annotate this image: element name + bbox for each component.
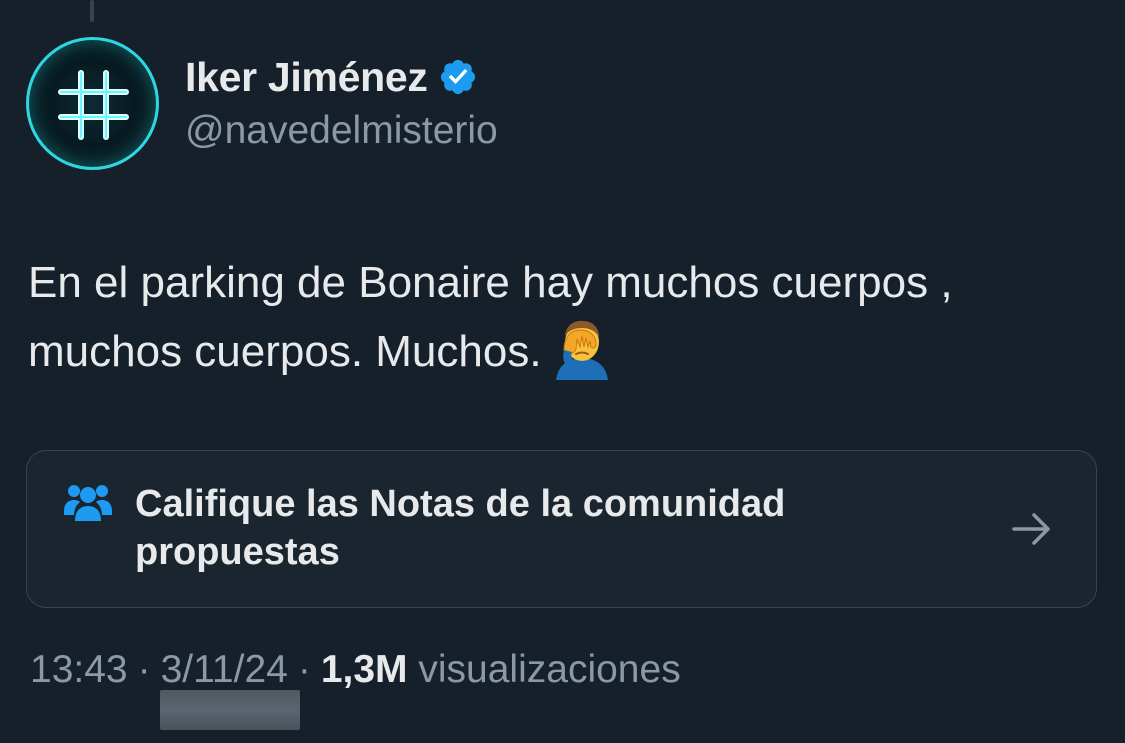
tweet-time[interactable]: 13:43 xyxy=(30,648,128,691)
tweet-text-line-2: muchos cuerpos. Muchos. xyxy=(28,327,542,376)
tweet-meta-row: 13:43 · 3/11/24 · 1,3M visualizaciones xyxy=(30,648,681,692)
tweet-date[interactable]: 3/11/24 xyxy=(161,648,288,691)
community-notes-prompt[interactable]: Califique las Notas de la comunidad prop… xyxy=(26,450,1097,608)
author-display-name[interactable]: Iker Jiménez xyxy=(185,54,428,101)
redaction-block xyxy=(160,690,300,730)
people-icon xyxy=(64,485,112,521)
face-palm-emoji xyxy=(555,320,608,380)
tweet-body: En el parking de Bonaire hay muchos cuer… xyxy=(28,250,1108,385)
hashtag-grid-icon xyxy=(58,70,129,140)
tweet-text-line-1: En el parking de Bonaire hay muchos cuer… xyxy=(28,258,953,307)
author-name-row[interactable]: Iker Jiménez xyxy=(185,52,478,102)
community-notes-label[interactable]: Califique las Notas de la comunidad prop… xyxy=(135,480,915,576)
meta-separator: · xyxy=(137,648,151,691)
views-count[interactable]: 1,3M xyxy=(321,648,408,691)
meta-separator: · xyxy=(297,648,311,691)
author-handle[interactable]: @navedelmisterio xyxy=(185,109,498,153)
tweet-text-line-2-wrap: muchos cuerpos. Muchos. xyxy=(28,316,1108,385)
views-label[interactable]: visualizaciones xyxy=(418,648,680,691)
arrow-right-icon[interactable] xyxy=(1010,509,1054,549)
thread-connector-line xyxy=(90,0,94,22)
verified-badge-icon[interactable] xyxy=(438,57,478,97)
avatar[interactable] xyxy=(26,37,159,170)
tweet-screen: Iker Jiménez @navedelmisterio En el park… xyxy=(0,0,1125,743)
